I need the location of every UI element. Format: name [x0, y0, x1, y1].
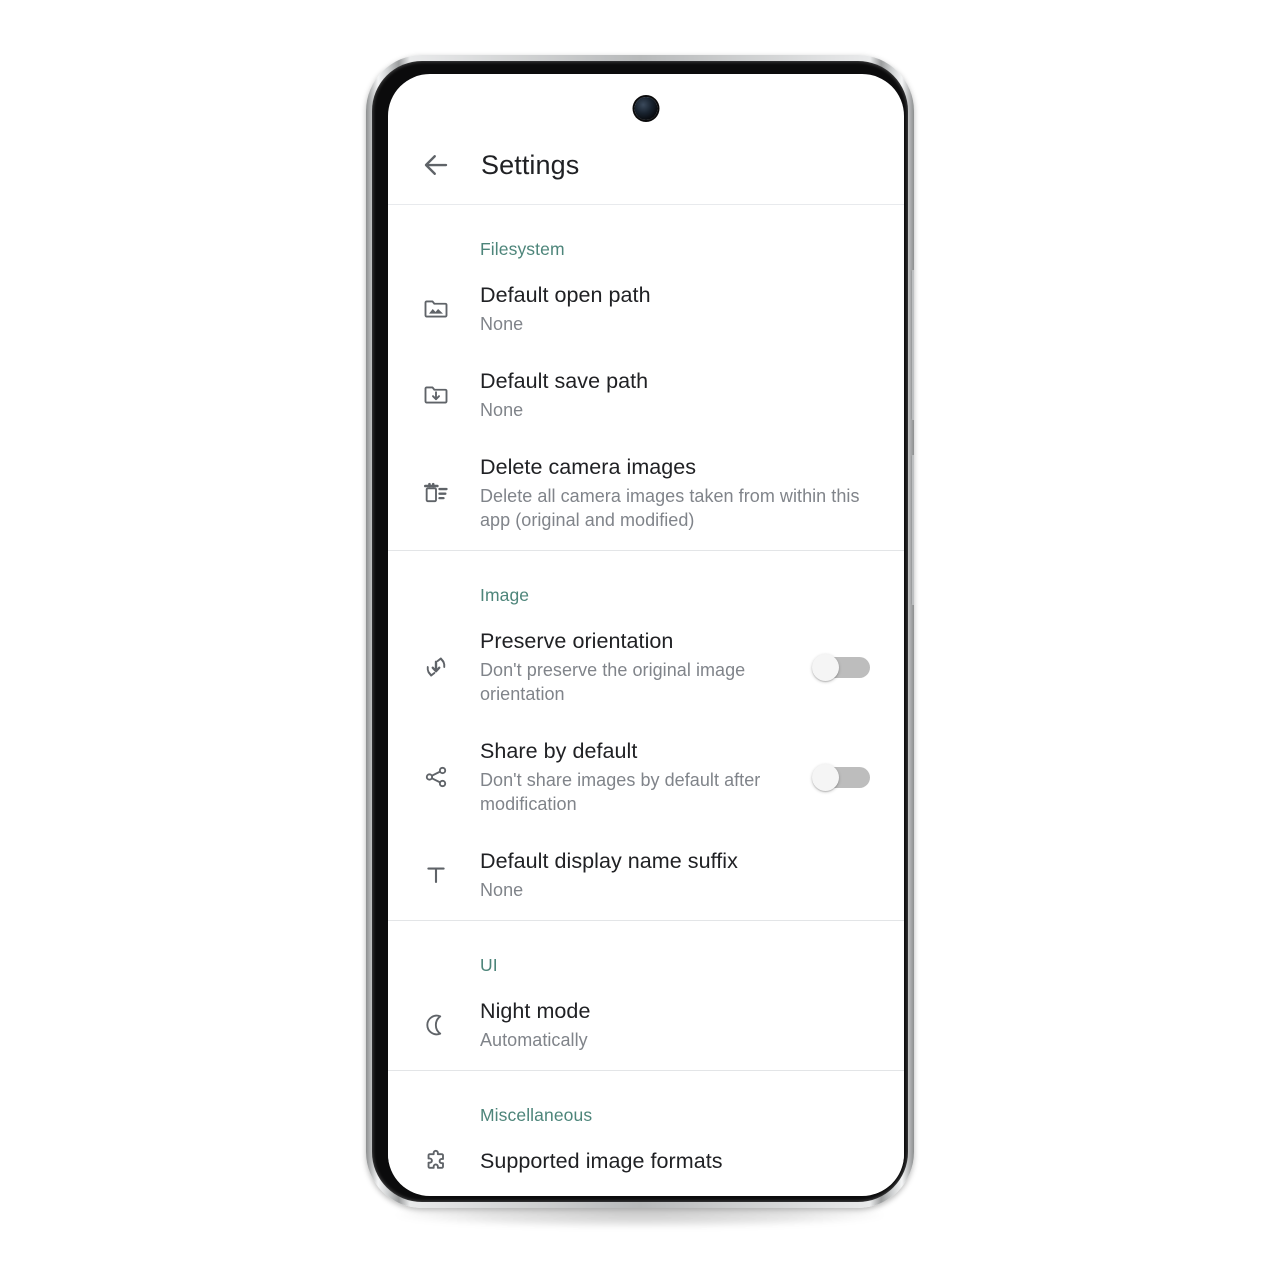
phone-screen: Settings Filesystem Default open path No… [388, 74, 904, 1196]
setting-title: Default save path [480, 369, 649, 393]
setting-title: Delete camera images [480, 455, 697, 479]
setting-title: Default display name suffix [480, 849, 738, 873]
setting-row-default-open-path[interactable]: Default open path None [388, 260, 904, 346]
setting-subtitle: None [480, 314, 524, 334]
setting-title: Share by default [480, 739, 638, 763]
setting-title: Default open path [480, 283, 651, 307]
phone-device-frame: Settings Filesystem Default open path No… [366, 55, 914, 1208]
side-button-volume[interactable] [911, 270, 914, 420]
setting-text-block: Default open path None [458, 282, 878, 336]
delete-sweep-icon [414, 479, 458, 507]
section-miscellaneous: Miscellaneous Supported image formats [388, 1071, 904, 1194]
side-button-power[interactable] [911, 455, 914, 605]
back-button[interactable] [418, 147, 454, 183]
folder-image-icon [414, 295, 458, 323]
setting-title: Night mode [480, 999, 591, 1023]
toggle-share-by-default[interactable] [812, 764, 870, 791]
setting-row-preserve-orientation[interactable]: Preserve orientation Don't preserve the … [388, 606, 904, 716]
page-title: Settings [481, 149, 580, 180]
setting-row-supported-image-formats[interactable]: Supported image formats [388, 1126, 904, 1186]
setting-row-night-mode[interactable]: Night mode Automatically [388, 976, 904, 1062]
section-ui: UI Night mode Automatically [388, 921, 904, 1070]
moon-icon [414, 1011, 458, 1039]
setting-title: Preserve orientation [480, 629, 674, 653]
arrow-back-icon [421, 150, 451, 180]
setting-row-delete-camera-images[interactable]: Delete camera images Delete all camera i… [388, 432, 904, 542]
front-camera-icon [634, 97, 658, 120]
setting-title: Supported image formats [480, 1149, 723, 1173]
puzzle-piece-icon [414, 1148, 458, 1176]
setting-text-block: Default save path None [458, 368, 878, 422]
setting-row-default-display-name-suffix[interactable]: Default display name suffix None [388, 826, 904, 912]
share-icon [414, 763, 458, 791]
setting-subtitle: Don't preserve the original image orient… [480, 660, 746, 704]
rotate-orientation-icon [414, 652, 458, 682]
setting-row-default-save-path[interactable]: Default save path None [388, 346, 904, 432]
setting-subtitle: None [480, 880, 524, 900]
app-bar: Settings [388, 126, 904, 204]
setting-text-block: Supported image formats [458, 1148, 878, 1175]
setting-row-share-by-default[interactable]: Share by default Don't share images by d… [388, 716, 904, 826]
section-image: Image Preserve orientation Don't preserv… [388, 551, 904, 920]
setting-subtitle: Automatically [480, 1030, 588, 1050]
section-header-filesystem: Filesystem [480, 239, 565, 259]
setting-subtitle: Delete all camera images taken from with… [480, 486, 860, 530]
toggle-thumb [812, 654, 839, 681]
folder-download-icon [414, 381, 458, 409]
setting-subtitle: Don't share images by default after modi… [480, 770, 761, 814]
text-format-icon [414, 861, 458, 889]
section-header-image: Image [480, 585, 530, 605]
section-header-ui: UI [480, 955, 498, 975]
setting-subtitle: None [480, 400, 524, 420]
section-filesystem: Filesystem Default open path None Defaul… [388, 205, 904, 550]
setting-text-block: Default display name suffix None [458, 848, 878, 902]
setting-text-block: Delete camera images Delete all camera i… [458, 454, 878, 532]
toggle-preserve-orientation[interactable] [812, 654, 870, 681]
section-header-miscellaneous: Miscellaneous [480, 1105, 593, 1125]
settings-list: Filesystem Default open path None Defaul… [388, 205, 904, 1194]
setting-text-block: Preserve orientation Don't preserve the … [458, 628, 812, 706]
setting-text-block: Share by default Don't share images by d… [458, 738, 812, 816]
phone-bezel: Settings Filesystem Default open path No… [372, 61, 908, 1202]
screenshot-stage: Settings Filesystem Default open path No… [0, 0, 1280, 1280]
setting-text-block: Night mode Automatically [458, 998, 878, 1052]
toggle-thumb [812, 764, 839, 791]
